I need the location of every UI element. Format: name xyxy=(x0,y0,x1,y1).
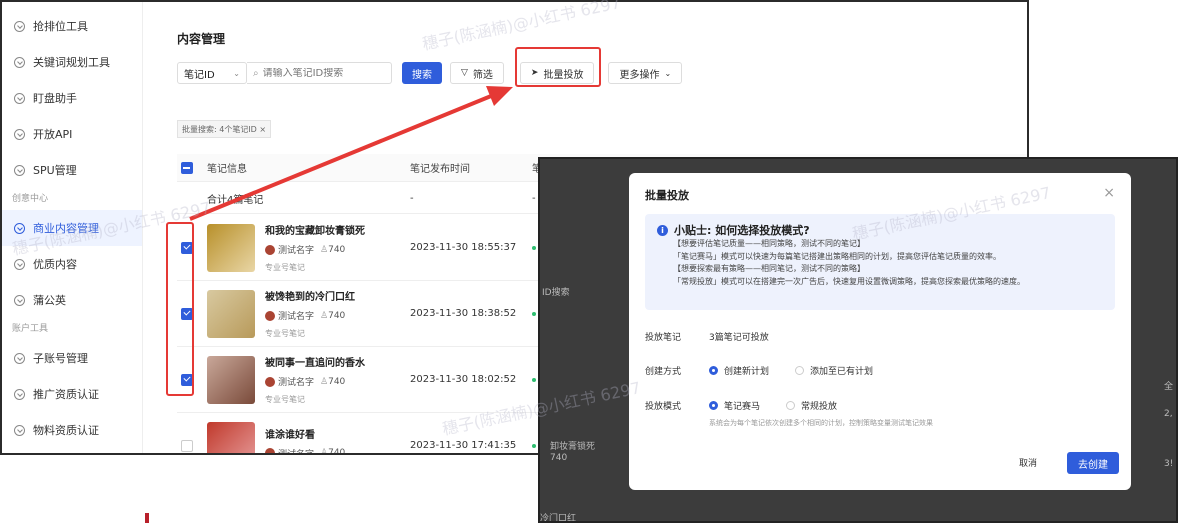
deploy-mode-row: 投放模式 笔记赛马 常规投放 xyxy=(645,399,863,412)
behind-text-2: 卸妆膏锁死 xyxy=(550,442,596,452)
radio-note-race[interactable]: 笔记赛马 xyxy=(709,399,760,412)
deploy-mode-label: 投放模式 xyxy=(645,402,682,412)
tip-line: 「笔记赛马」模式可以快速为每篇笔记搭建出策略相同的计划，提高您评估笔记质量的效率… xyxy=(673,251,1001,261)
behind-number-3: 3! xyxy=(1164,459,1174,469)
behind-text-3: 740 xyxy=(550,453,568,463)
modal-title: 批量投放 xyxy=(645,189,689,202)
tip-title: 小贴士: 如何选择投放模式? xyxy=(674,224,810,237)
behind-number-2: 2, xyxy=(1164,409,1173,419)
radio-dot xyxy=(709,401,718,410)
radio-dot xyxy=(709,366,718,375)
radio-label: 笔记赛马 xyxy=(724,402,761,412)
radio-label: 常规投放 xyxy=(801,402,838,412)
radio-regular-deploy[interactable]: 常规投放 xyxy=(786,399,837,412)
tip-line: 「常规投放」模式可以在搭建完一次广告后，快速复用设置微调策略，提高您探索最优策略… xyxy=(673,276,1025,286)
close-icon[interactable]: × xyxy=(1103,185,1115,201)
behind-text-1: ID搜索 xyxy=(542,288,570,298)
mode-help-text: 系统会为每个笔记依次创建多个相同的计划，控制策略变量测试笔记效果 xyxy=(709,419,933,427)
create-method-label: 创建方式 xyxy=(645,367,682,377)
notes-label: 投放笔记 xyxy=(645,333,682,343)
radio-dot xyxy=(786,401,796,410)
cancel-button[interactable]: 取消 xyxy=(1019,456,1037,469)
info-icon: i xyxy=(657,224,668,236)
radio-dot xyxy=(795,366,805,375)
notes-row: 投放笔记 3篇笔记可投放 xyxy=(645,330,769,343)
create-button[interactable]: 去创建 xyxy=(1067,452,1119,474)
behind-text-4: 冷门口红 xyxy=(540,514,577,523)
create-method-row: 创建方式 创建新计划 添加至已有计划 xyxy=(645,364,899,377)
radio-existing-plan[interactable]: 添加至已有计划 xyxy=(795,364,873,377)
radio-new-plan[interactable]: 创建新计划 xyxy=(709,364,769,377)
behind-number-1: 全 xyxy=(1164,382,1174,392)
tip-line: 【想要探索最有策略——相同笔记，测试不同的策略】 xyxy=(673,264,865,273)
notes-value: 3篇笔记可投放 xyxy=(709,333,769,343)
radio-label: 创建新计划 xyxy=(724,367,770,377)
tip-line: 【想要评估笔记质量——相同策略，测试不同的笔记】 xyxy=(673,239,865,248)
radio-label: 添加至已有计划 xyxy=(810,367,874,377)
